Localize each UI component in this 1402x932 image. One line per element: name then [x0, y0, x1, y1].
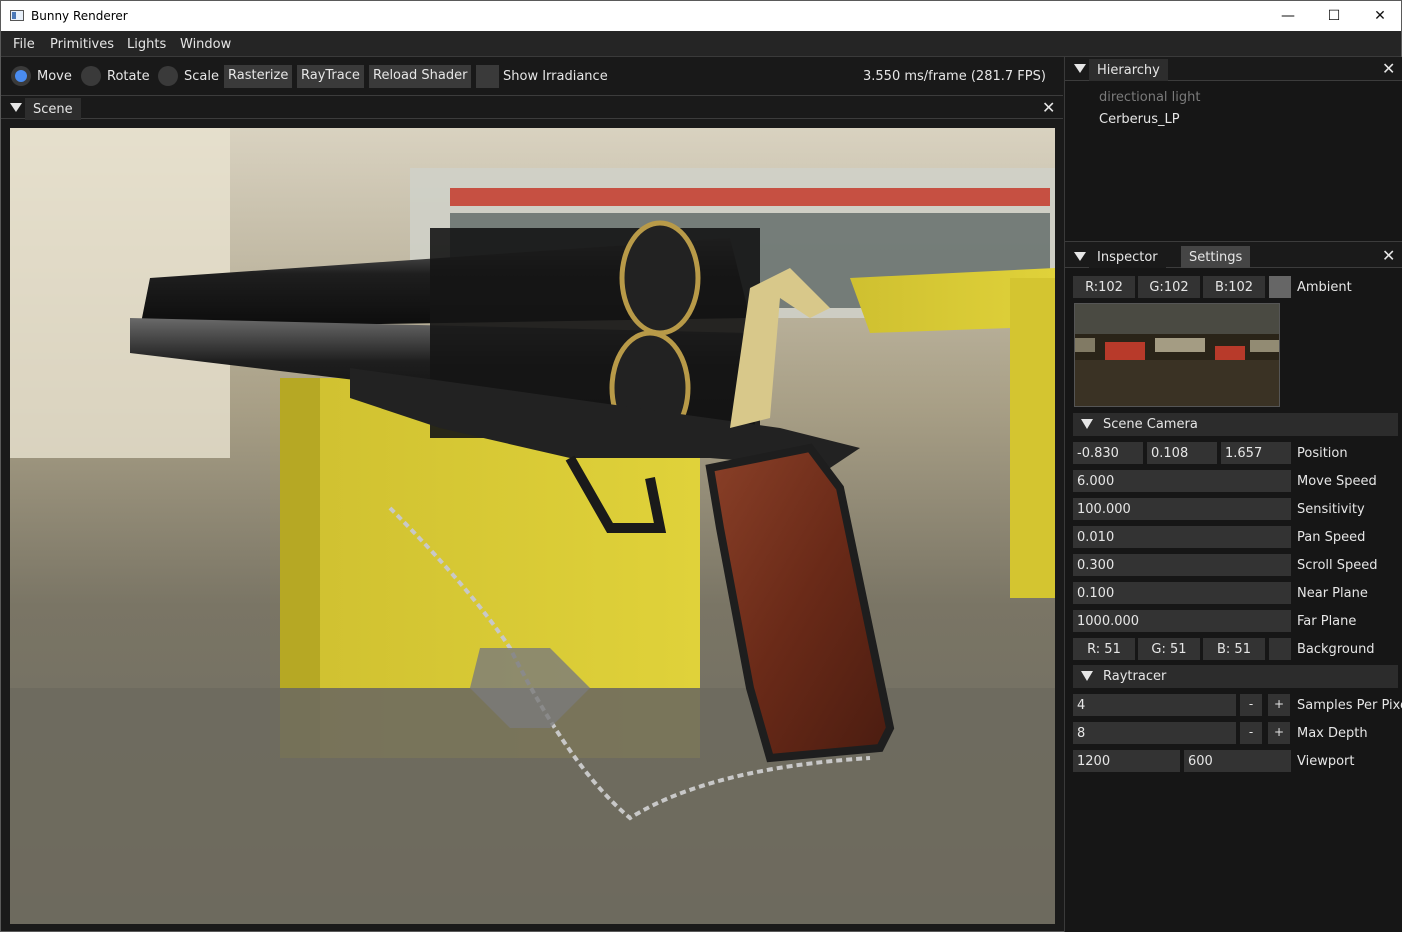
- collapse-triangle-icon[interactable]: [10, 103, 22, 112]
- background-g-field[interactable]: G: 51: [1138, 638, 1200, 660]
- background-color-swatch[interactable]: [1269, 638, 1291, 660]
- expand-triangle-icon: [1081, 671, 1093, 681]
- position-z-field[interactable]: 1.657: [1221, 442, 1291, 464]
- collapse-triangle-icon[interactable]: [1074, 252, 1086, 261]
- pan-speed-label: Pan Speed: [1297, 530, 1366, 545]
- move-speed-label: Move Speed: [1297, 474, 1377, 489]
- scroll-speed-field[interactable]: 0.300: [1073, 554, 1291, 576]
- background-r-field[interactable]: R: 51: [1073, 638, 1135, 660]
- samples-decrement-button[interactable]: -: [1240, 694, 1262, 716]
- inspector-panel-header: Inspector Settings ✕: [1065, 241, 1402, 268]
- raytrace-button[interactable]: RayTrace: [297, 65, 364, 88]
- ambient-g-field[interactable]: G:102: [1138, 276, 1200, 298]
- sensitivity-field[interactable]: 100.000: [1073, 498, 1291, 520]
- title-bar: Bunny Renderer — ☐ ✕: [1, 1, 1401, 31]
- minimize-button[interactable]: —: [1265, 1, 1311, 31]
- scale-label[interactable]: Scale: [184, 69, 219, 84]
- show-irradiance-label[interactable]: Show Irradiance: [503, 69, 608, 84]
- viewport-label: Viewport: [1297, 754, 1355, 769]
- max-depth-label: Max Depth: [1297, 726, 1368, 741]
- menu-lights[interactable]: Lights: [127, 37, 166, 52]
- app-window: Bunny Renderer — ☐ ✕ File Primitives Lig…: [0, 0, 1402, 932]
- move-radio[interactable]: [11, 66, 31, 86]
- menu-bar: File Primitives Lights Window: [1, 31, 1401, 57]
- reload-shader-button[interactable]: Reload Shader: [369, 65, 472, 88]
- close-inspector-icon[interactable]: ✕: [1382, 246, 1395, 265]
- tab-hierarchy[interactable]: Hierarchy: [1089, 59, 1168, 81]
- tab-settings[interactable]: Settings: [1181, 246, 1251, 268]
- scroll-speed-label: Scroll Speed: [1297, 558, 1378, 573]
- pan-speed-field[interactable]: 0.010: [1073, 526, 1291, 548]
- environment-map-thumbnail[interactable]: [1074, 303, 1280, 407]
- right-dock: Hierarchy ✕ directional light Cerberus_L…: [1064, 57, 1402, 932]
- ambient-label: Ambient: [1297, 280, 1352, 295]
- samples-increment-button[interactable]: +: [1268, 694, 1290, 716]
- menu-primitives[interactable]: Primitives: [50, 37, 114, 52]
- rotate-radio[interactable]: [81, 66, 101, 86]
- scene-viewport[interactable]: [10, 128, 1055, 924]
- background-label: Background: [1297, 642, 1375, 657]
- raytracer-section-header[interactable]: Raytracer: [1073, 665, 1398, 688]
- scale-radio[interactable]: [158, 66, 178, 86]
- tab-scene[interactable]: Scene: [25, 98, 81, 120]
- maximize-button[interactable]: ☐: [1311, 1, 1357, 31]
- ambient-color-swatch[interactable]: [1269, 276, 1291, 298]
- viewport-height-field[interactable]: 600: [1184, 750, 1291, 772]
- hierarchy-item-directional-light[interactable]: directional light: [1099, 90, 1201, 105]
- near-plane-label: Near Plane: [1297, 586, 1368, 601]
- close-hierarchy-icon[interactable]: ✕: [1382, 59, 1395, 78]
- ambient-b-field[interactable]: B:102: [1203, 276, 1265, 298]
- max-depth-decrement-button[interactable]: -: [1240, 722, 1262, 744]
- rasterize-button[interactable]: Rasterize: [224, 65, 293, 88]
- near-plane-field[interactable]: 0.100: [1073, 582, 1291, 604]
- close-window-button[interactable]: ✕: [1357, 1, 1402, 31]
- frame-time-readout: 3.550 ms/frame (281.7 FPS): [863, 69, 1046, 84]
- toolbar: Move Rotate Scale Rasterize RayTrace Rel…: [1, 57, 1063, 95]
- move-speed-field[interactable]: 6.000: [1073, 470, 1291, 492]
- panorama-image: [1075, 304, 1279, 406]
- window-title: Bunny Renderer: [31, 9, 128, 23]
- position-x-field[interactable]: -0.830: [1073, 442, 1143, 464]
- rendered-scene-image: [10, 128, 1055, 924]
- viewport-width-field[interactable]: 1200: [1073, 750, 1180, 772]
- position-y-field[interactable]: 0.108: [1147, 442, 1217, 464]
- far-plane-label: Far Plane: [1297, 614, 1357, 629]
- position-label: Position: [1297, 446, 1348, 461]
- app-icon: [10, 10, 24, 21]
- collapse-triangle-icon[interactable]: [1074, 64, 1086, 73]
- show-irradiance-checkbox[interactable]: [476, 65, 499, 88]
- tab-inspector[interactable]: Inspector: [1089, 246, 1166, 268]
- samples-per-pixel-label: Samples Per Pixe: [1297, 698, 1402, 713]
- expand-triangle-icon: [1081, 419, 1093, 429]
- hierarchy-panel-header: Hierarchy ✕: [1065, 57, 1402, 81]
- close-scene-icon[interactable]: ✕: [1042, 98, 1055, 117]
- raytracer-title: Raytracer: [1103, 669, 1167, 684]
- menu-window[interactable]: Window: [180, 37, 231, 52]
- samples-per-pixel-field[interactable]: 4: [1073, 694, 1236, 716]
- scene-camera-section-header[interactable]: Scene Camera: [1073, 413, 1398, 436]
- far-plane-field[interactable]: 1000.000: [1073, 610, 1291, 632]
- sensitivity-label: Sensitivity: [1297, 502, 1365, 517]
- ambient-r-field[interactable]: R:102: [1073, 276, 1135, 298]
- max-depth-field[interactable]: 8: [1073, 722, 1236, 744]
- scene-camera-title: Scene Camera: [1103, 417, 1198, 432]
- hierarchy-item-cerberus[interactable]: Cerberus_LP: [1099, 112, 1180, 127]
- rotate-label[interactable]: Rotate: [107, 69, 150, 84]
- menu-file[interactable]: File: [13, 37, 35, 52]
- move-label[interactable]: Move: [37, 69, 72, 84]
- background-b-field[interactable]: B: 51: [1203, 638, 1265, 660]
- scene-panel-header: Scene ✕: [1, 95, 1063, 120]
- max-depth-increment-button[interactable]: +: [1268, 722, 1290, 744]
